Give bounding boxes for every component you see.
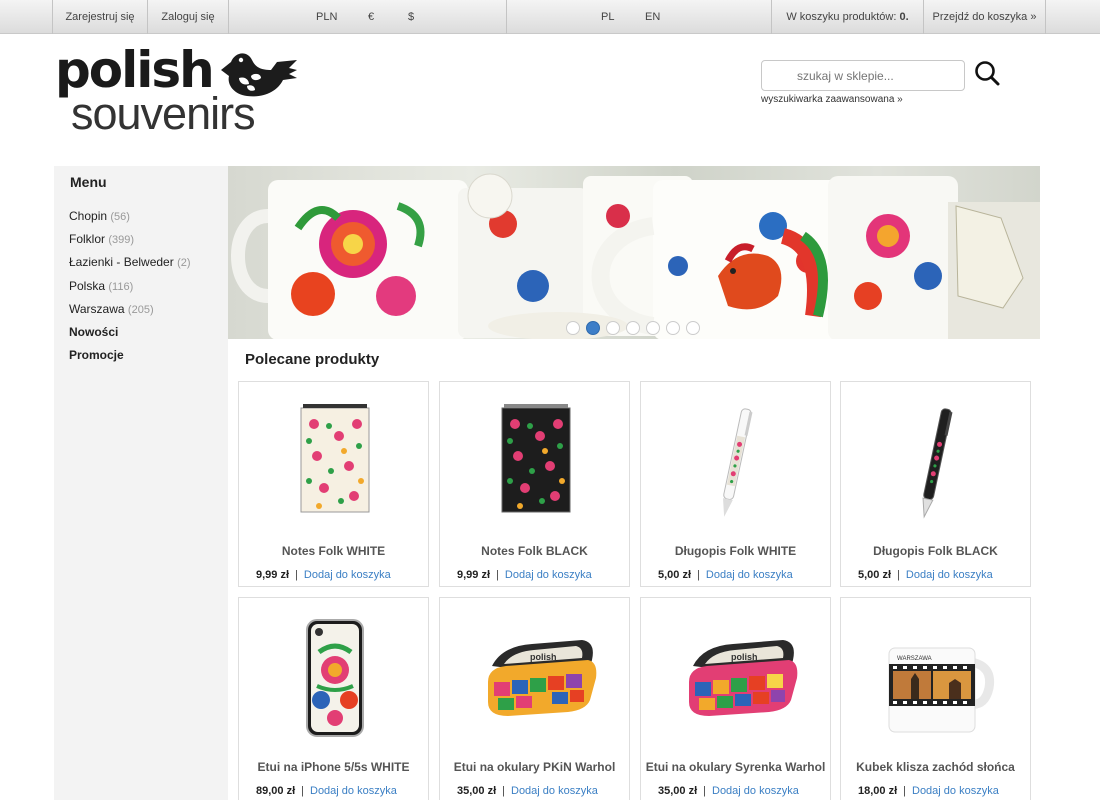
- item-count: (56): [110, 211, 130, 223]
- product-price: 18,00 zł: [858, 785, 898, 797]
- product-name[interactable]: Długopis Folk BLACK: [841, 544, 1030, 558]
- add-to-cart-link[interactable]: Dodaj do koszyka: [505, 569, 592, 581]
- product-name[interactable]: Notes Folk WHITE: [239, 544, 428, 558]
- product-name[interactable]: Notes Folk BLACK: [440, 544, 629, 558]
- sidebar-item-nowosci[interactable]: Nowości: [69, 325, 191, 348]
- slider-dot[interactable]: [666, 321, 680, 335]
- search-input[interactable]: [761, 60, 965, 91]
- pen-black-image: [922, 408, 953, 519]
- separator: |: [301, 785, 304, 797]
- hero-banner[interactable]: [228, 166, 1040, 339]
- pen-white-image: [723, 408, 753, 517]
- advanced-search-link[interactable]: wyszukiwarka zaawansowana »: [761, 94, 903, 105]
- search-icon[interactable]: [974, 60, 1000, 88]
- register-link[interactable]: Zarejestruj się: [52, 0, 147, 34]
- glasses-case-image: polish: [689, 640, 798, 716]
- separator: |: [496, 569, 499, 581]
- product-price: 89,00 zł: [256, 785, 296, 797]
- slider-dot-active[interactable]: [586, 321, 600, 335]
- product-name[interactable]: Etui na okulary PKiN Warhol: [440, 760, 629, 774]
- separator: |: [903, 785, 906, 797]
- site-logo[interactable]: polish souvenirs: [55, 44, 300, 142]
- product-card[interactable]: polish Etui na okulary Syrenka Warhol 35…: [640, 597, 831, 800]
- slider-dot[interactable]: [686, 321, 700, 335]
- currency-usd[interactable]: $: [408, 0, 414, 34]
- product-name[interactable]: Długopis Folk WHITE: [641, 544, 830, 558]
- add-to-cart-link[interactable]: Dodaj do koszyka: [304, 569, 391, 581]
- language-pl[interactable]: PL: [601, 0, 614, 34]
- slider-dot[interactable]: [646, 321, 660, 335]
- product-price: 35,00 zł: [457, 785, 497, 797]
- add-to-cart-link[interactable]: Dodaj do koszyka: [712, 785, 799, 797]
- language-switcher: [506, 0, 771, 34]
- product-card[interactable]: Etui na iPhone 5/5s WHITE 89,00 zł | Dodaj…: [238, 597, 429, 800]
- svg-text:WARSZAWA: WARSZAWA: [897, 656, 932, 662]
- item-count: (116): [108, 280, 134, 293]
- separator: |: [703, 785, 706, 797]
- language-en[interactable]: EN: [645, 0, 660, 34]
- currency-pln[interactable]: PLN: [316, 0, 337, 34]
- sidebar-item-promocje[interactable]: Promocje: [69, 348, 191, 371]
- product-card[interactable]: Notes Folk BLACK 9,99 zł | Dodaj do koszyk…: [439, 381, 630, 587]
- svg-text:polish: polish: [530, 652, 557, 662]
- product-price: 35,00 zł: [658, 785, 698, 797]
- separator: |: [295, 569, 298, 581]
- mug-image: WARSZAWA: [888, 647, 995, 733]
- product-name[interactable]: Etui na iPhone 5/5s WHITE: [239, 760, 428, 774]
- add-to-cart-link[interactable]: Dodaj do koszyka: [706, 569, 793, 581]
- svg-text:polish: polish: [731, 652, 758, 662]
- notebook-black-image: [501, 404, 571, 513]
- currency-eur[interactable]: €: [368, 0, 374, 34]
- item-count: (2): [177, 257, 191, 270]
- slider-dot[interactable]: [606, 321, 620, 335]
- logo-text-souvenirs: souvenirs: [71, 88, 256, 139]
- cart-label: W koszyku produktów:: [786, 11, 897, 23]
- currency-switcher: [228, 0, 506, 34]
- slider-dots: [566, 321, 700, 335]
- add-to-cart-link[interactable]: Dodaj do koszyka: [310, 785, 397, 797]
- featured-products-title: Polecane produkty: [245, 351, 380, 368]
- product-name[interactable]: Kubek klisza zachód słońca: [841, 760, 1030, 774]
- menu-title: Menu: [70, 174, 107, 190]
- notebook-white-image: [300, 404, 370, 513]
- add-to-cart-link[interactable]: Dodaj do koszyka: [511, 785, 598, 797]
- item-count: (399): [108, 234, 135, 247]
- top-bar: Zarejestruj się Zaloguj się PLN € $ PL E…: [0, 0, 1100, 34]
- separator: |: [697, 569, 700, 581]
- banner-image-folk-mugs: [231, 173, 1040, 339]
- sidebar-item-chopin[interactable]: Chopin (56): [69, 209, 191, 232]
- product-card[interactable]: WARSZAWA Kubek klisza zachód słońca 18,0…: [840, 597, 1031, 800]
- login-link[interactable]: Zaloguj się: [147, 0, 228, 34]
- slider-dot[interactable]: [626, 321, 640, 335]
- sidebar-item-lazienki-belweder[interactable]: Łazienki - Belweder (2): [69, 255, 191, 278]
- product-card[interactable]: polish Etui na okulary PKiN Warhol 35,00…: [439, 597, 630, 800]
- add-to-cart-link[interactable]: Dodaj do koszyka: [912, 785, 999, 797]
- product-card[interactable]: Długopis Folk WHITE 5,00 zł | Dodaj do kos…: [640, 381, 831, 587]
- add-to-cart-link[interactable]: Dodaj do koszyka: [906, 569, 993, 581]
- sidebar-menu: Menu Chopin (56) Folklor (399) Łazienki …: [54, 166, 228, 800]
- separator: |: [502, 785, 505, 797]
- cart-count: 0.: [899, 11, 909, 23]
- product-price: 9,99 zł: [256, 569, 290, 581]
- product-price: 5,00 zł: [858, 569, 892, 581]
- sidebar-item-polska[interactable]: Polska (116): [69, 279, 191, 302]
- item-count: (205): [127, 303, 154, 316]
- sidebar-item-warszawa[interactable]: Warszawa (205): [69, 302, 191, 325]
- sidebar-item-folklor[interactable]: Folklor (399): [69, 232, 191, 255]
- slider-dot[interactable]: [566, 321, 580, 335]
- cart-summary: W koszyku produktów: 0.: [771, 0, 923, 34]
- category-list: Chopin (56) Folklor (399) Łazienki - Bel…: [69, 209, 191, 371]
- product-price: 9,99 zł: [457, 569, 491, 581]
- glasses-case-image: polish: [488, 640, 597, 716]
- product-card[interactable]: Notes Folk WHITE 9,99 zł | Dodaj do koszyk…: [238, 381, 429, 587]
- product-card[interactable]: Długopis Folk BLACK 5,00 zł | Dodaj do kos…: [840, 381, 1031, 587]
- separator: |: [897, 569, 900, 581]
- product-price: 5,00 zł: [658, 569, 692, 581]
- product-name[interactable]: Etui na okulary Syrenka Warhol: [641, 760, 830, 774]
- go-to-cart-link[interactable]: Przejdź do koszyka »: [923, 0, 1046, 34]
- phone-case-image: [306, 619, 364, 737]
